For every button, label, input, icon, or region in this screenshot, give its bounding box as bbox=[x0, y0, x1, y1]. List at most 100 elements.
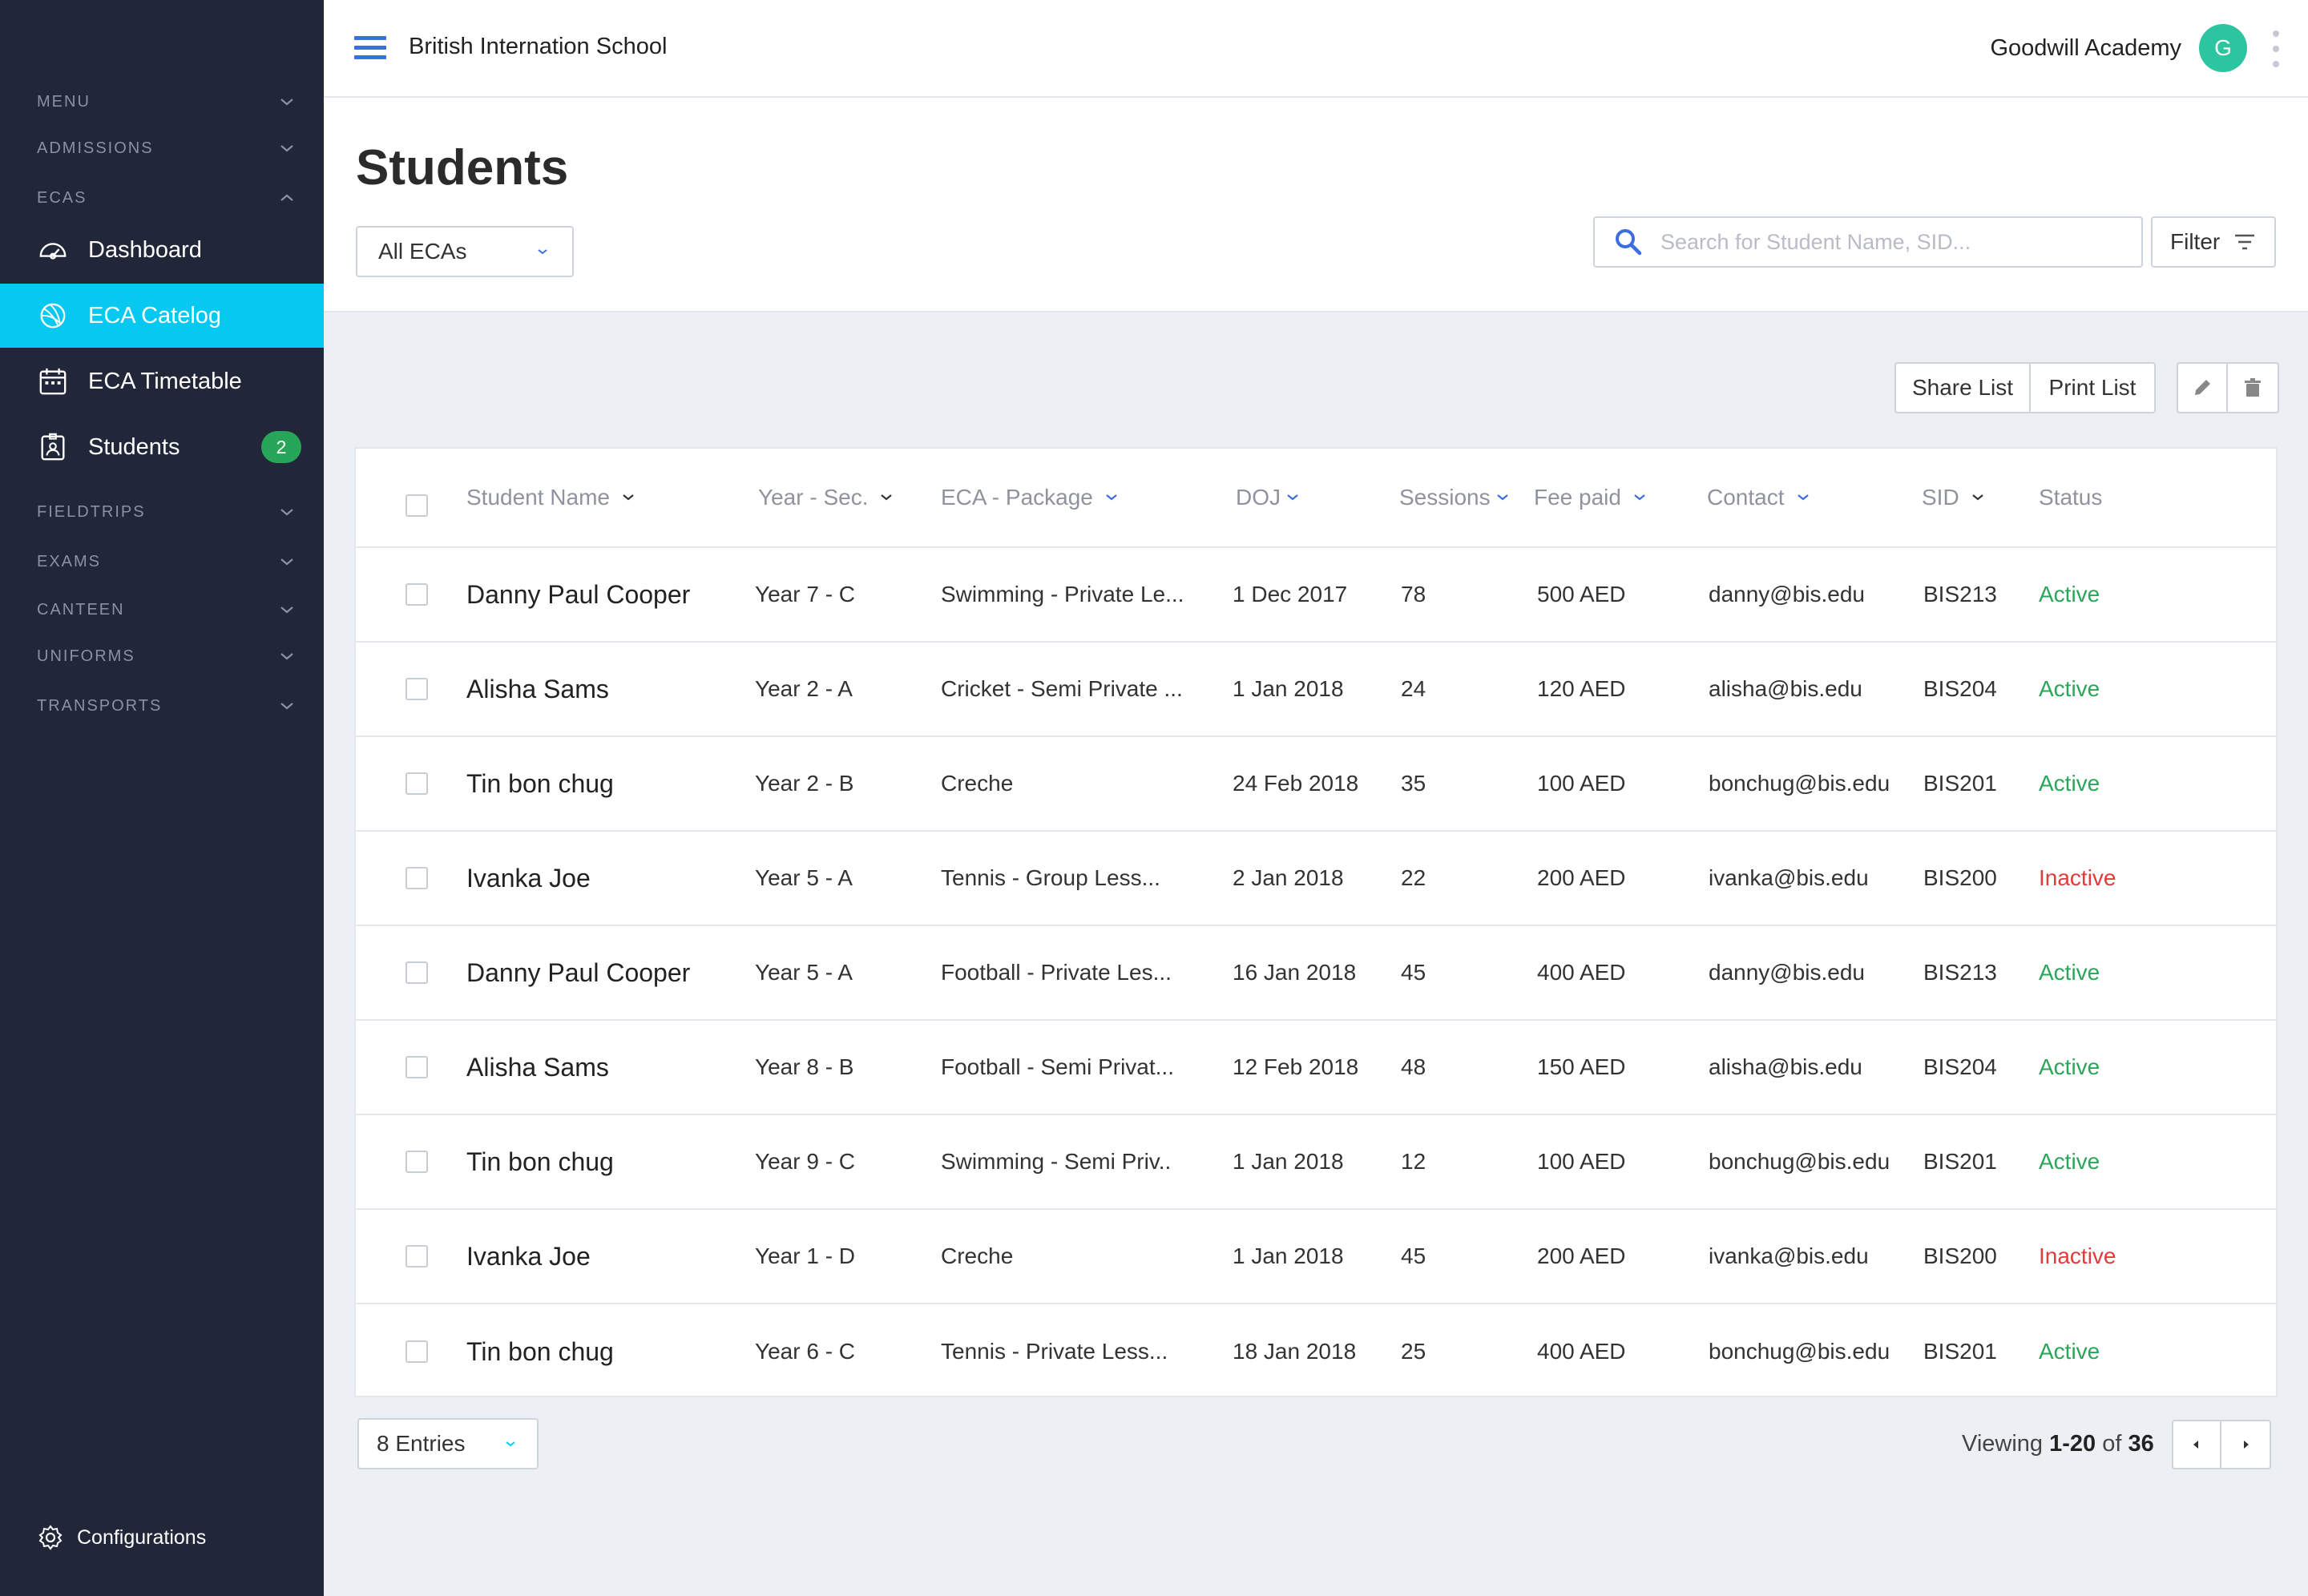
doj-cell: 18 Jan 2018 bbox=[1233, 1339, 1357, 1364]
row-checkbox[interactable] bbox=[406, 772, 428, 795]
sidebar-item-eca-catelog[interactable]: ECA Catelog bbox=[0, 284, 324, 348]
section-label: CANTEEN bbox=[37, 600, 125, 619]
sidebar-section-canteen[interactable]: CANTEEN bbox=[0, 590, 324, 630]
row-checkbox[interactable] bbox=[406, 867, 428, 889]
row-checkbox[interactable] bbox=[406, 1340, 428, 1363]
contact-cell[interactable]: alisha@bis.edu bbox=[1709, 1021, 1862, 1114]
table-row[interactable]: Danny Paul Cooper Year 5 - A Football - Pr… bbox=[356, 926, 2276, 1021]
header-eca-package[interactable]: ECA - Package bbox=[941, 449, 1120, 546]
contact-cell[interactable]: danny@bis.edu bbox=[1709, 926, 1865, 1019]
table-header-row: Student Name Year - Sec. ECA - Package D… bbox=[356, 449, 2276, 548]
sidebar-section-ecas[interactable]: ECAS bbox=[0, 178, 324, 218]
sidebar-section-fieldtrips[interactable]: FIELDTRIPS bbox=[0, 492, 324, 532]
header-fee-paid[interactable]: Fee paid bbox=[1534, 449, 1648, 546]
student-name-cell: Danny Paul Cooper bbox=[466, 957, 691, 987]
table-row[interactable]: Alisha Sams Year 2 - A Cricket - Semi Priv… bbox=[356, 643, 2276, 737]
header-label: Status bbox=[2039, 485, 2103, 510]
header-label: Year - Sec. bbox=[758, 485, 869, 510]
row-checkbox[interactable] bbox=[406, 1245, 428, 1268]
contact-cell[interactable]: bonchug@bis.edu bbox=[1709, 1115, 1890, 1208]
table-row[interactable]: Ivanka Joe Year 5 - A Tennis - Group Less.… bbox=[356, 832, 2276, 926]
sidebar-section-transports[interactable]: TRANSPORTS bbox=[0, 686, 324, 726]
academy-name[interactable]: Goodwill Academy bbox=[1990, 35, 2181, 62]
sidebar-section-exams[interactable]: EXAMS bbox=[0, 542, 324, 582]
header-student-name[interactable]: Student Name bbox=[466, 449, 637, 546]
sid-cell: BIS213 bbox=[1923, 960, 1997, 985]
row-select-cell bbox=[406, 926, 428, 1019]
row-checkbox[interactable] bbox=[406, 1151, 428, 1173]
configurations-link[interactable]: Configurations bbox=[37, 1524, 206, 1551]
sidebar-item-eca-timetable[interactable]: ECA Timetable bbox=[0, 349, 324, 413]
gear-icon bbox=[38, 1525, 63, 1550]
chevron-down-icon bbox=[280, 145, 293, 152]
header-contact[interactable]: Contact bbox=[1707, 449, 1812, 546]
search-icon bbox=[1616, 229, 1642, 256]
chevron-down-icon bbox=[280, 653, 293, 660]
next-page-button[interactable] bbox=[2221, 1420, 2271, 1469]
list-actions: Share List Print List bbox=[1894, 362, 2156, 413]
contact-cell[interactable]: alisha@bis.edu bbox=[1709, 643, 1862, 736]
more-options-icon[interactable] bbox=[2271, 30, 2281, 67]
search-input[interactable] bbox=[1660, 229, 2109, 255]
menu-icon[interactable] bbox=[354, 32, 386, 64]
contact-cell[interactable]: bonchug@bis.edu bbox=[1709, 737, 1890, 830]
row-checkbox[interactable] bbox=[406, 961, 428, 984]
chevron-down-icon bbox=[506, 1441, 515, 1447]
eca-package-cell: Football - Private Les... bbox=[941, 960, 1172, 985]
table-row[interactable]: Tin bon chug Year 9 - C Swimming - Semi Pr… bbox=[356, 1115, 2276, 1210]
pagination bbox=[2172, 1420, 2271, 1469]
doj-cell: 1 Jan 2018 bbox=[1233, 1243, 1344, 1268]
sidebar-section-admissions[interactable]: ADMISSIONS bbox=[0, 128, 324, 168]
doj-cell: 2 Jan 2018 bbox=[1233, 865, 1344, 890]
filter-button[interactable]: Filter bbox=[2151, 216, 2276, 268]
sidebar-item-students[interactable]: Students 2 bbox=[0, 415, 324, 479]
table-row[interactable]: Danny Paul Cooper Year 7 - C Swimming - Pr… bbox=[356, 548, 2276, 643]
header-sid[interactable]: SID bbox=[1922, 449, 1987, 546]
table-row[interactable]: Alisha Sams Year 8 - B Football - Semi Pri… bbox=[356, 1021, 2276, 1115]
chevron-down-icon bbox=[1496, 494, 1508, 501]
doj-cell: 24 Feb 2018 bbox=[1233, 771, 1359, 796]
header-label: Sessions bbox=[1399, 485, 1491, 510]
avatar[interactable]: G bbox=[2199, 24, 2247, 72]
contact-cell[interactable]: danny@bis.edu bbox=[1709, 548, 1865, 641]
sidebar-section-uniforms[interactable]: UNIFORMS bbox=[0, 636, 324, 676]
sidebar-item-dashboard[interactable]: Dashboard bbox=[0, 218, 324, 282]
table-row[interactable]: Tin bon chug Year 6 - C Tennis - Private L… bbox=[356, 1304, 2276, 1399]
print-list-button[interactable]: Print List bbox=[2031, 362, 2156, 413]
top-bar: British Internation School Goodwill Acad… bbox=[324, 0, 2308, 98]
row-checkbox[interactable] bbox=[406, 583, 428, 606]
sid-cell: BIS201 bbox=[1923, 1149, 1997, 1174]
edit-button[interactable] bbox=[2177, 362, 2228, 413]
table-row[interactable]: Ivanka Joe Year 1 - D Creche 1 Jan 2018 45 20… bbox=[356, 1210, 2276, 1304]
share-list-button[interactable]: Share List bbox=[1894, 362, 2031, 413]
dashboard-icon bbox=[37, 234, 69, 266]
entries-per-page-dropdown[interactable]: 8 Entries bbox=[357, 1418, 539, 1469]
contact-cell[interactable]: ivanka@bis.edu bbox=[1709, 832, 1869, 925]
eca-filter-dropdown[interactable]: All ECAs bbox=[356, 226, 574, 277]
contact-cell[interactable]: ivanka@bis.edu bbox=[1709, 1210, 1869, 1303]
header-year-sec[interactable]: Year - Sec. bbox=[758, 449, 895, 546]
header-sessions[interactable]: Sessions bbox=[1399, 449, 1511, 546]
year-sec-cell: Year 7 - C bbox=[755, 582, 856, 607]
eca-package-cell: Creche bbox=[941, 1243, 1014, 1268]
sessions-cell: 45 bbox=[1401, 960, 1426, 985]
year-sec-cell: Year 9 - C bbox=[755, 1149, 856, 1174]
sidebar-item-label: Dashboard bbox=[88, 236, 202, 263]
row-checkbox[interactable] bbox=[406, 678, 428, 700]
status-cell: Active bbox=[2039, 1054, 2100, 1079]
row-checkbox[interactable] bbox=[406, 1056, 428, 1078]
prev-page-button[interactable] bbox=[2172, 1420, 2221, 1469]
contact-cell[interactable]: bonchug@bis.edu bbox=[1709, 1304, 1890, 1399]
section-label: ADMISSIONS bbox=[37, 139, 154, 157]
doj-cell: 1 Jan 2018 bbox=[1233, 1149, 1344, 1174]
sessions-cell: 22 bbox=[1401, 865, 1426, 890]
sidebar-section-menu[interactable]: MENU bbox=[0, 82, 324, 122]
delete-button[interactable] bbox=[2228, 362, 2279, 413]
header-doj[interactable]: DOJ bbox=[1236, 449, 1301, 546]
eca-package-cell: Tennis - Group Less... bbox=[941, 865, 1160, 890]
row-select-cell bbox=[406, 737, 428, 830]
select-all-checkbox[interactable] bbox=[406, 494, 428, 517]
page-title: Students bbox=[356, 140, 569, 195]
header-label: Contact bbox=[1707, 485, 1785, 510]
table-row[interactable]: Tin bon chug Year 2 - B Creche 24 Feb 2018 3… bbox=[356, 737, 2276, 832]
